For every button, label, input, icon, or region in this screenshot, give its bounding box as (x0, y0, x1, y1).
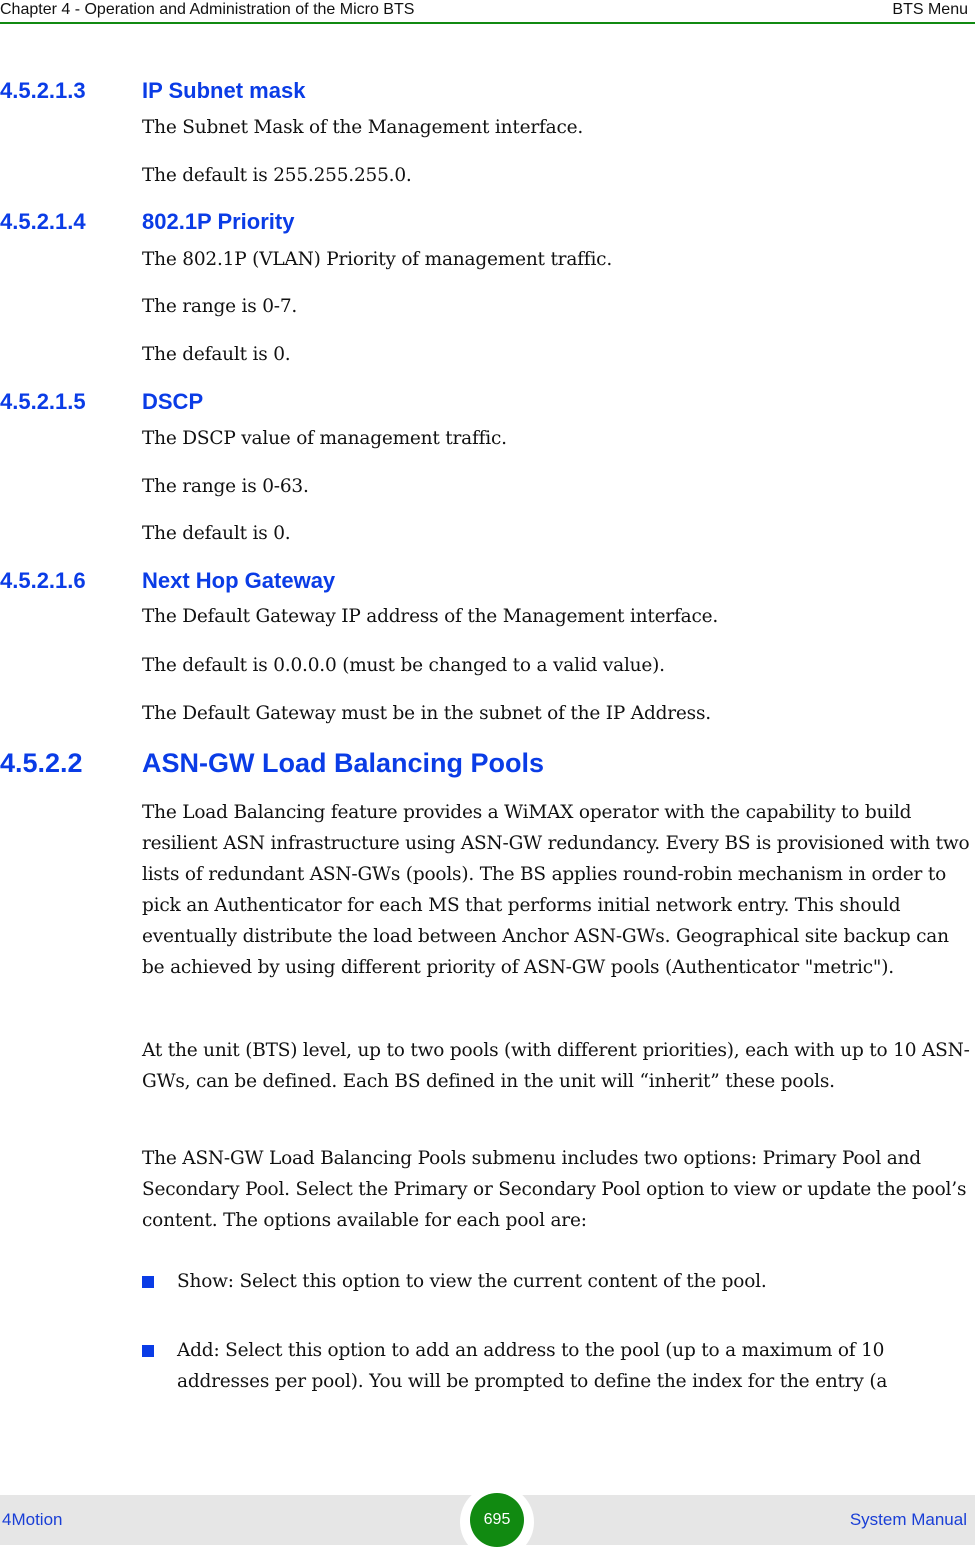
page-number-badge: 695 (470, 1493, 524, 1547)
list-item-text: Add: Select this option to add an addres… (177, 1340, 888, 1392)
paragraph: The range is 0-7. (142, 296, 298, 317)
paragraph: The default is 0.0.0.0 (must be changed … (142, 655, 665, 676)
section-title: Next Hop Gateway (142, 568, 336, 593)
paragraph: The Default Gateway IP address of the Ma… (142, 606, 719, 627)
paragraph: The default is 255.255.255.0. (142, 165, 412, 186)
section-number: 4.5.2.1.4 (0, 209, 86, 234)
manual-name: System Manual (849, 1510, 967, 1529)
section-title: IP Subnet mask (142, 78, 306, 103)
paragraph: At the unit (BTS) level, up to two pools… (142, 1040, 970, 1092)
paragraph: The Subnet Mask of the Management interf… (142, 117, 584, 138)
list-item-text: Show: Select this option to view the cur… (177, 1271, 767, 1292)
paragraph: The Load Balancing feature provides a Wi… (142, 802, 970, 978)
paragraph: The ASN-GW Load Balancing Pools submenu … (142, 1148, 967, 1231)
section-number: 4.5.2.1.3 (0, 78, 86, 103)
section-number: 4.5.2.1.6 (0, 568, 86, 593)
paragraph: The range is 0-63. (142, 476, 309, 497)
paragraph: The default is 0. (142, 523, 291, 544)
page-header: Chapter 4 - Operation and Administration… (0, 0, 975, 24)
subsection-title: ASN-GW Load Balancing Pools (142, 748, 545, 778)
paragraph: The 802.1P (VLAN) Priority of management… (142, 249, 613, 270)
subsection-number: 4.5.2.2 (0, 748, 83, 778)
section-title: 802.1P Priority (142, 209, 295, 234)
page-footer: 4Motion 695 System Manual (0, 1485, 975, 1559)
paragraph: The Default Gateway must be in the subne… (142, 703, 711, 724)
paragraph: The default is 0. (142, 344, 291, 365)
paragraph: The DSCP value of management traffic. (142, 428, 507, 449)
section-number: 4.5.2.1.5 (0, 389, 86, 414)
product-name: 4Motion (2, 1510, 63, 1529)
bullet-square-icon (142, 1276, 154, 1288)
chapter-title: Chapter 4 - Operation and Administration… (0, 1, 415, 18)
section-title: DSCP (142, 389, 204, 414)
section-name: BTS Menu (892, 1, 968, 18)
bullet-square-icon (142, 1345, 154, 1357)
